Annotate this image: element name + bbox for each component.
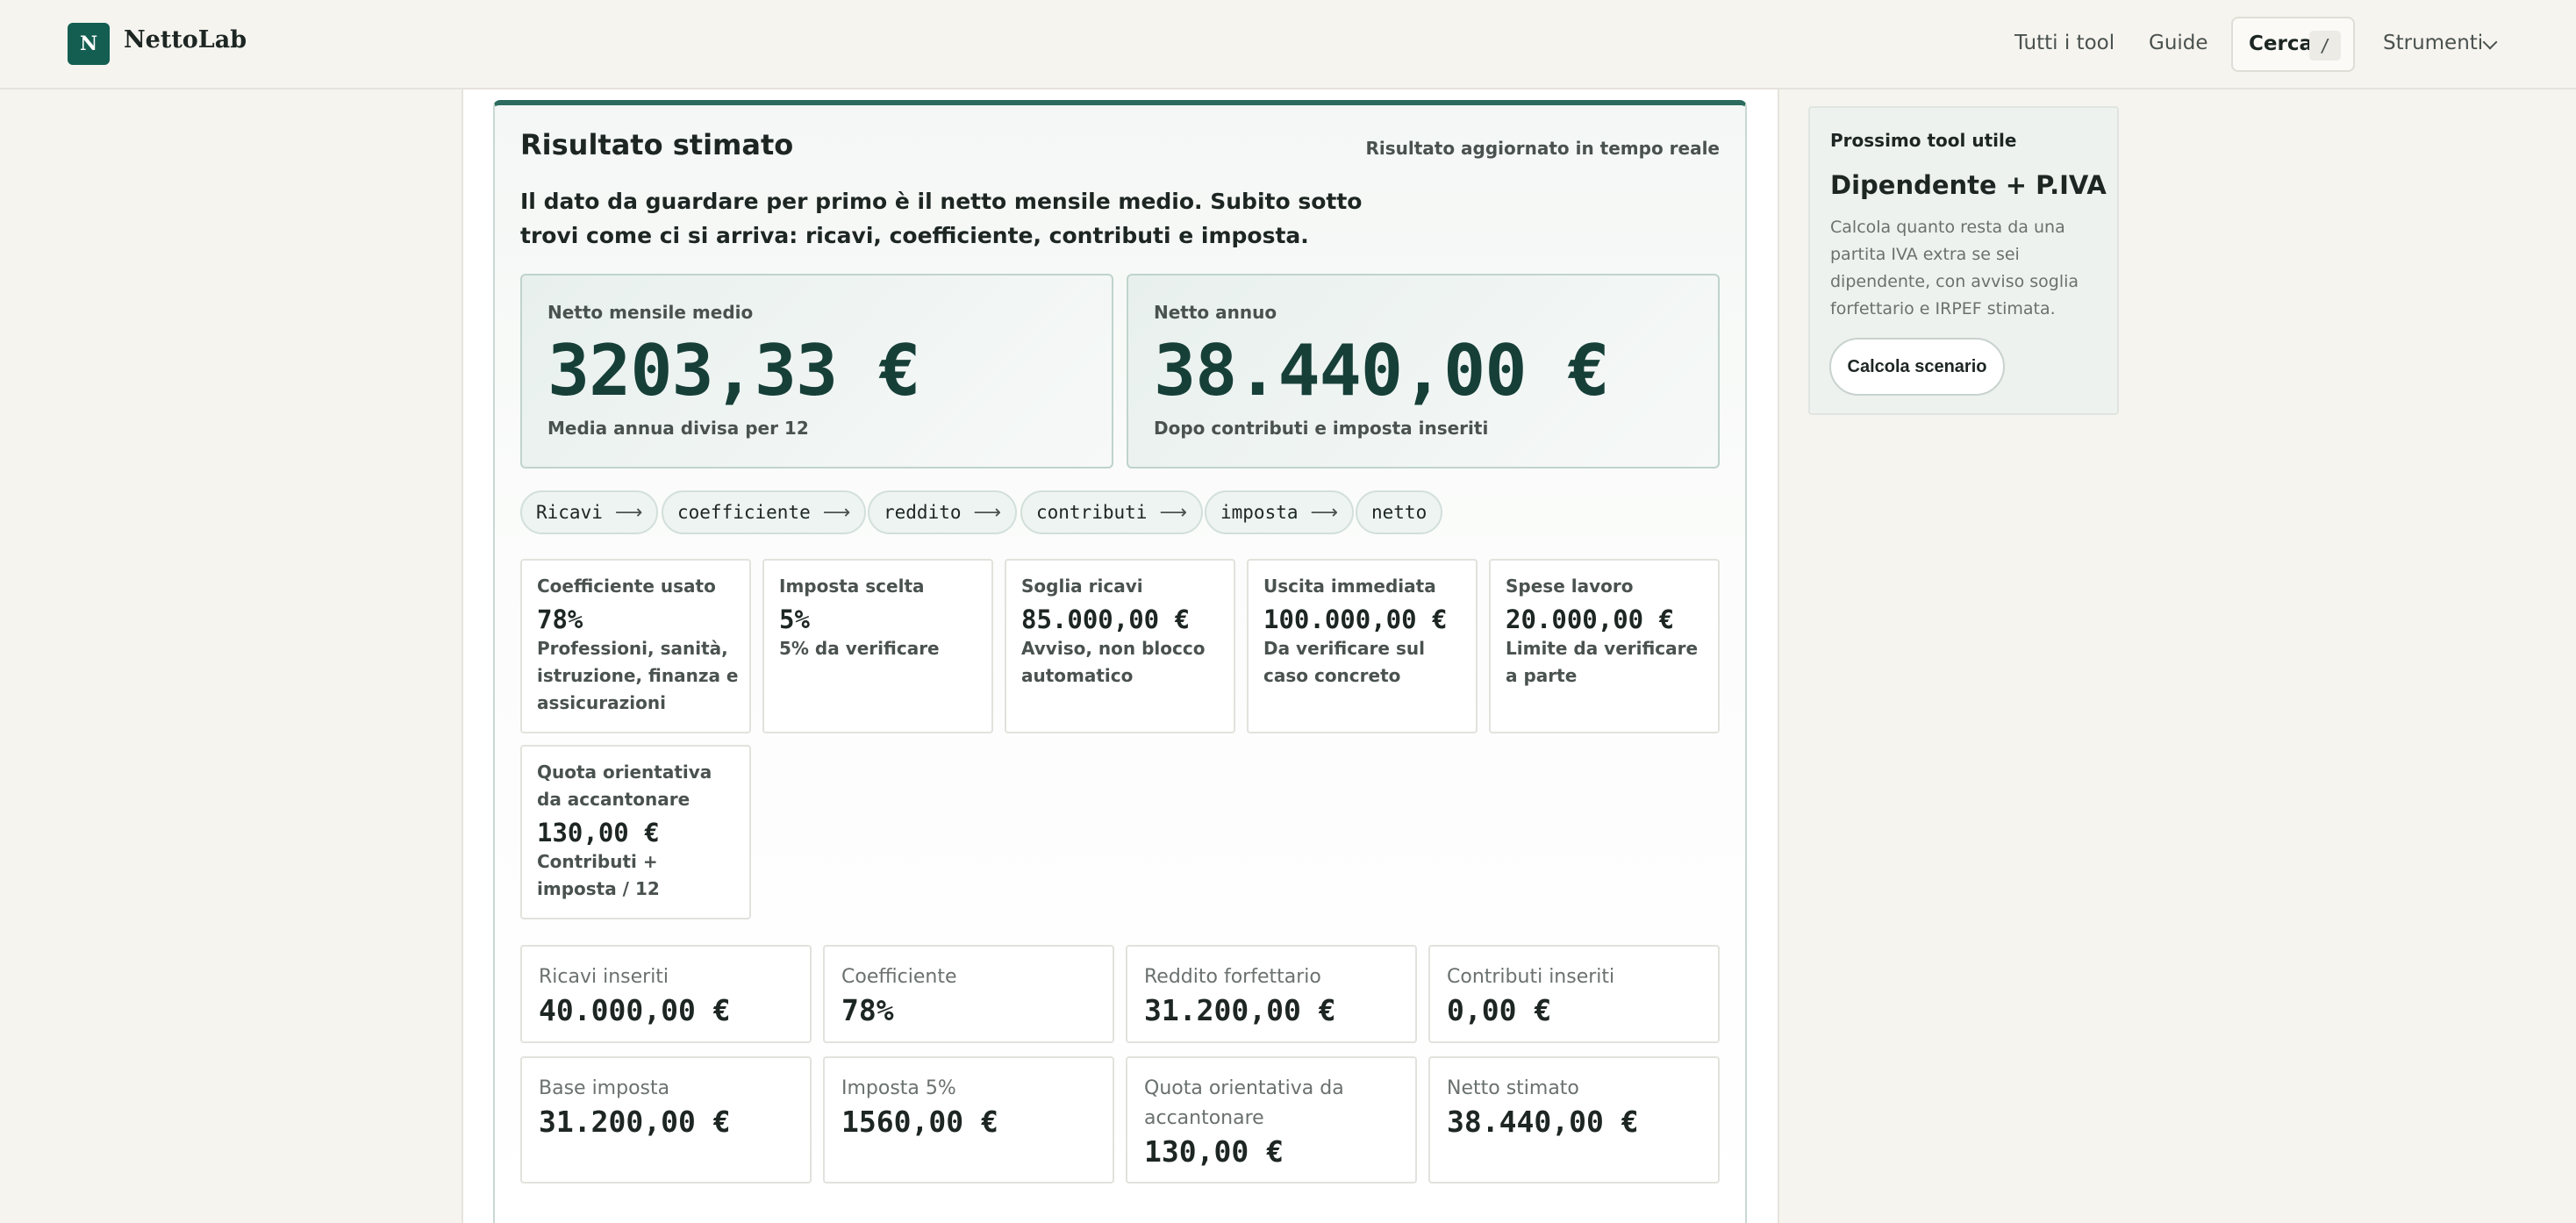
brand-name[interactable]: NettoLab: [124, 26, 247, 54]
summary-card-flat-income: Reddito forfettario 31.200,00 €: [1126, 945, 1417, 1043]
summary-card-tax: Imposta 5% 1560,00 €: [823, 1056, 1114, 1184]
next-tool-card: Prossimo tool utile Dipendente + P.IVA C…: [1808, 106, 2119, 415]
stat-note: Limite da verificare a parte: [1506, 638, 1699, 686]
summary-value: 130,00 €: [1144, 1134, 1284, 1169]
arrow-right-icon: ⟶: [1310, 501, 1339, 524]
summary-card-net-estimate: Netto stimato 38.440,00 €: [1428, 1056, 1720, 1184]
flow-step-coefficiente: coefficiente ⟶: [662, 490, 867, 534]
stat-label: Quota orientativa da accantonare: [537, 762, 712, 810]
summary-value: 31.200,00 €: [539, 1105, 731, 1139]
stat-value: 100.000,00 €: [1263, 604, 1448, 634]
summary-card-contributions: Contributi inseriti 0,00 €: [1428, 945, 1720, 1043]
nav-tools-menu[interactable]: Strumenti: [2383, 32, 2483, 54]
annual-net-label: Netto annuo: [1154, 302, 1277, 323]
monthly-net-card: Netto mensile medio 3203,33 € Media annu…: [520, 274, 1113, 468]
result-live-note: Risultato aggiornato in tempo reale: [1365, 138, 1720, 159]
stat-label: Spese lavoro: [1506, 576, 1634, 597]
flow-step-ricavi: Ricavi ⟶: [520, 490, 659, 534]
result-intro-text: Il dato da guardare per primo è il netto…: [520, 189, 1363, 248]
summary-value: 31.200,00 €: [1144, 993, 1336, 1027]
stat-value: 20.000,00 €: [1506, 604, 1675, 634]
summary-value: 78%: [841, 993, 894, 1027]
stat-value: 85.000,00 €: [1021, 604, 1191, 634]
summary-label: Netto stimato: [1447, 1077, 1579, 1099]
stat-card-set-aside-quota: Quota orientativa da accantonare 130,00 …: [520, 745, 751, 919]
result-title: Risultato stimato: [520, 128, 794, 161]
stat-label: Coefficiente usato: [537, 576, 716, 597]
summary-label: Quota orientativa da accantonare: [1144, 1077, 1344, 1129]
flow-step-label: Ricavi: [536, 502, 603, 523]
summary-label: Imposta 5%: [841, 1077, 956, 1099]
summary-label: Base imposta: [539, 1077, 670, 1099]
stat-label: Uscita immediata: [1263, 576, 1436, 597]
flow-step-imposta: imposta ⟶: [1205, 490, 1355, 534]
flow-step-reddito: reddito ⟶: [868, 490, 1018, 534]
stat-card-tax-rate: Imposta scelta 5% 5% da verificare: [762, 559, 993, 733]
monthly-net-label: Netto mensile medio: [547, 302, 754, 323]
nav-all-tools-link[interactable]: Tutti i tool: [2014, 32, 2114, 54]
stat-value: 78%: [537, 604, 583, 634]
top-navigation-bar: N NettoLab Tutti i tool Guide Cerca / St…: [0, 0, 2576, 89]
flow-step-label: netto: [1371, 502, 1428, 523]
nav-search-label: Cerca: [2249, 32, 2313, 55]
arrow-right-icon: ⟶: [614, 501, 643, 524]
flow-step-label: imposta: [1220, 502, 1299, 523]
next-tool-description: Calcola quanto resta da una partita IVA …: [1830, 218, 2079, 318]
summary-value: 40.000,00 €: [539, 993, 731, 1027]
stat-card-work-expenses: Spese lavoro 20.000,00 € Limite da verif…: [1489, 559, 1720, 733]
annual-net-card: Netto annuo 38.440,00 € Dopo contributi …: [1127, 274, 1720, 468]
stat-value: 130,00 €: [537, 818, 660, 848]
annual-net-value: 38.440,00 €: [1154, 330, 1610, 411]
stat-card-revenue-threshold: Soglia ricavi 85.000,00 € Avviso, non bl…: [1005, 559, 1235, 733]
summary-label: Reddito forfettario: [1144, 966, 1321, 988]
arrow-right-icon: ⟶: [973, 501, 1002, 524]
stat-note: Contributi + imposta / 12: [537, 851, 660, 899]
flow-step-label: reddito: [884, 502, 962, 523]
flow-step-contributi: contributi ⟶: [1020, 490, 1203, 534]
summary-label: Ricavi inseriti: [539, 966, 669, 988]
stat-note: Avviso, non blocco automatico: [1021, 638, 1206, 686]
flow-step-label: coefficiente: [677, 502, 811, 523]
calculate-scenario-button[interactable]: Calcola scenario: [1829, 338, 2005, 396]
annual-net-note: Dopo contributi e imposta inseriti: [1154, 418, 1489, 439]
stat-card-coefficient: Coefficiente usato 78% Professioni, sani…: [520, 559, 751, 733]
next-tool-title: Dipendente + P.IVA: [1830, 170, 2107, 200]
nav-search-button[interactable]: Cerca /: [2231, 17, 2355, 72]
stat-card-immediate-exit: Uscita immediata 100.000,00 € Da verific…: [1247, 559, 1478, 733]
summary-card-set-aside-quota: Quota orientativa da accantonare 130,00 …: [1126, 1056, 1417, 1184]
summary-value: 38.440,00 €: [1447, 1105, 1639, 1139]
next-tool-kicker: Prossimo tool utile: [1830, 130, 2017, 151]
stat-value: 5%: [779, 604, 810, 634]
stat-note: Da verificare sul caso concreto: [1263, 638, 1425, 686]
arrow-right-icon: ⟶: [822, 501, 851, 524]
summary-value: 0,00 €: [1447, 993, 1552, 1027]
summary-card-tax-base: Base imposta 31.200,00 €: [520, 1056, 812, 1184]
summary-card-coefficient: Coefficiente 78%: [823, 945, 1114, 1043]
stat-note: Professioni, sanità, istruzione, finanza…: [537, 638, 739, 713]
flow-step-netto: netto: [1356, 490, 1443, 534]
monthly-net-note: Media annua divisa per 12: [547, 418, 809, 439]
stat-label: Imposta scelta: [779, 576, 925, 597]
summary-card-revenue: Ricavi inseriti 40.000,00 €: [520, 945, 812, 1043]
brand-logo-icon[interactable]: N: [68, 23, 110, 65]
summary-label: Coefficiente: [841, 966, 957, 988]
monthly-net-value: 3203,33 €: [547, 330, 920, 411]
stat-note: 5% da verificare: [779, 638, 940, 659]
arrow-right-icon: ⟶: [1159, 501, 1187, 524]
stat-label: Soglia ricavi: [1021, 576, 1143, 597]
summary-label: Contributi inseriti: [1447, 966, 1615, 988]
search-shortcut-key: /: [2309, 31, 2341, 61]
nav-guides-link[interactable]: Guide: [2149, 32, 2208, 54]
summary-value: 1560,00 €: [841, 1105, 998, 1139]
chevron-down-icon[interactable]: [2482, 34, 2498, 50]
flow-step-label: contributi: [1036, 502, 1148, 523]
